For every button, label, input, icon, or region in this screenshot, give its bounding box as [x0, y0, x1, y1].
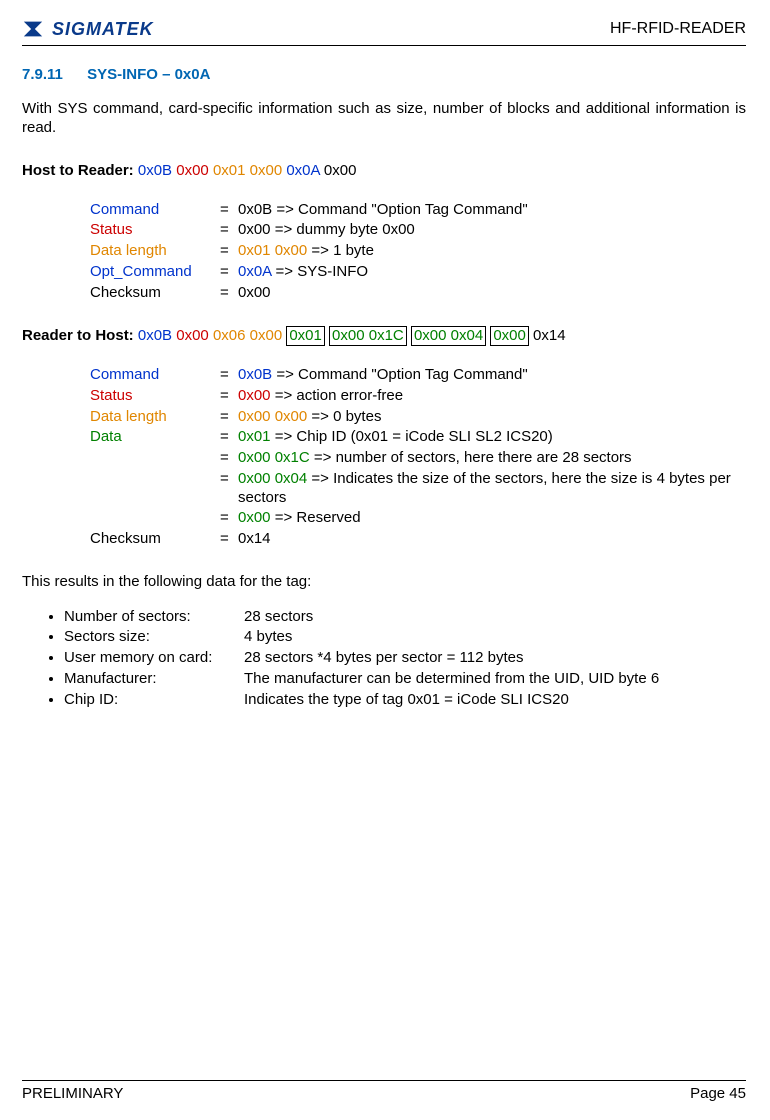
- h2r-def-checksum-val: 0x00: [238, 284, 746, 303]
- list-item: Manufacturer:The manufacturer can be det…: [64, 670, 746, 689]
- h2r-def-datalen-post: => 1 byte: [311, 242, 374, 259]
- footer-left: PRELIMINARY: [22, 1085, 123, 1104]
- doc-title: HF-RFID-READER: [610, 19, 746, 39]
- r2h-def-datalen-label: Data length: [90, 408, 220, 427]
- host-to-reader-line: Host to Reader: 0x0B 0x00 0x01 0x00 0x0A…: [22, 162, 746, 181]
- section-number: 7.9.11: [22, 66, 63, 83]
- r2h-def-data1-post: => Chip ID (0x01 = iCode SLI SL2 ICS20): [275, 428, 553, 445]
- h2r-def-status-val: 0x00 => dummy byte 0x00: [238, 221, 746, 240]
- list-item: Sectors size:4 bytes: [64, 628, 746, 647]
- r2h-def-status-post: => action error-free: [275, 387, 403, 404]
- h2r-def-optcmd-post: => SYS-INFO: [276, 263, 369, 280]
- r2h-byte-data1: 0x01: [286, 326, 325, 345]
- results-title: This results in the following data for t…: [22, 573, 746, 592]
- r2h-def-data4-pre: 0x00: [238, 509, 275, 526]
- list-item: Chip ID:Indicates the type of tag 0x01 =…: [64, 691, 746, 710]
- r2h-byte-datalen: 0x06 0x00: [213, 327, 282, 344]
- list-item: User memory on card:28 sectors *4 bytes …: [64, 649, 746, 668]
- r2h-definitions: Command = 0x0B => Command "Option Tag Co…: [90, 366, 746, 549]
- h2r-def-datalen-label: Data length: [90, 242, 220, 261]
- logo-text: SIGMATEK: [52, 18, 154, 41]
- r2h-def-checksum-val: 0x14: [238, 530, 746, 549]
- h2r-byte-command: 0x0B: [138, 162, 172, 179]
- reader-to-host-line: Reader to Host: 0x0B 0x00 0x06 0x00 0x01…: [22, 326, 746, 346]
- footer-right: Page 45: [690, 1085, 746, 1104]
- r2h-def-data4-post: => Reserved: [275, 509, 361, 526]
- h2r-byte-datalen: 0x01 0x00: [213, 162, 282, 179]
- r2h-def-data3-pre: 0x00 0x04: [238, 470, 311, 487]
- r2h-def-data-label: Data: [90, 428, 220, 447]
- results-list: Number of sectors:28 sectors Sectors siz…: [40, 608, 746, 710]
- r2h-byte-data3: 0x00 0x04: [411, 326, 486, 345]
- section-title: SYS-INFO – 0x0A: [87, 66, 210, 83]
- r2h-def-status-label: Status: [90, 387, 220, 406]
- r2h-byte-data4: 0x00: [490, 326, 529, 345]
- r2h-def-data3-post: => Indicates the size of the sectors, he…: [238, 470, 731, 506]
- logo-icon: [22, 18, 44, 40]
- h2r-byte-status: 0x00: [176, 162, 209, 179]
- r2h-def-command-pre: 0x0B: [238, 366, 276, 383]
- h2r-def-optcmd-pre: 0x0A: [238, 263, 276, 280]
- r2h-byte-status: 0x00: [176, 327, 209, 344]
- h2r-label: Host to Reader:: [22, 162, 138, 179]
- r2h-def-data2-pre: 0x00 0x1C: [238, 449, 314, 466]
- r2h-byte-checksum: 0x14: [533, 327, 566, 344]
- r2h-def-datalen-post: => 0 bytes: [311, 408, 381, 425]
- list-item: Number of sectors:28 sectors: [64, 608, 746, 627]
- page-footer: PRELIMINARY Page 45: [22, 1080, 746, 1104]
- h2r-def-status-label: Status: [90, 221, 220, 240]
- h2r-def-datalen-pre: 0x01 0x00: [238, 242, 311, 259]
- section-heading: 7.9.11 SYS-INFO – 0x0A: [22, 66, 746, 85]
- h2r-byte-checksum: 0x00: [324, 162, 357, 179]
- r2h-def-status-pre: 0x00: [238, 387, 275, 404]
- r2h-byte-command: 0x0B: [138, 327, 172, 344]
- r2h-def-command-label: Command: [90, 366, 220, 385]
- h2r-def-optcmd-label: Opt_Command: [90, 263, 220, 282]
- h2r-def-checksum-label: Checksum: [90, 284, 220, 303]
- r2h-def-command-post: => Command "Option Tag Command": [276, 366, 527, 383]
- r2h-def-data2-post: => number of sectors, here there are 28 …: [314, 449, 632, 466]
- h2r-def-command-val: 0x0B => Command "Option Tag Command": [238, 201, 746, 220]
- intro-paragraph: With SYS command, card-specific informat…: [22, 100, 746, 138]
- r2h-def-data1-pre: 0x01: [238, 428, 275, 445]
- r2h-def-checksum-label: Checksum: [90, 530, 220, 549]
- h2r-def-command-label: Command: [90, 201, 220, 220]
- h2r-byte-optcmd: 0x0A: [286, 162, 319, 179]
- logo: SIGMATEK: [22, 18, 154, 41]
- r2h-def-datalen-pre: 0x00 0x00: [238, 408, 311, 425]
- page-header: SIGMATEK HF-RFID-READER: [22, 18, 746, 46]
- h2r-definitions: Command = 0x0B => Command "Option Tag Co…: [90, 201, 746, 303]
- r2h-label: Reader to Host:: [22, 327, 138, 344]
- r2h-byte-data2: 0x00 0x1C: [329, 326, 407, 345]
